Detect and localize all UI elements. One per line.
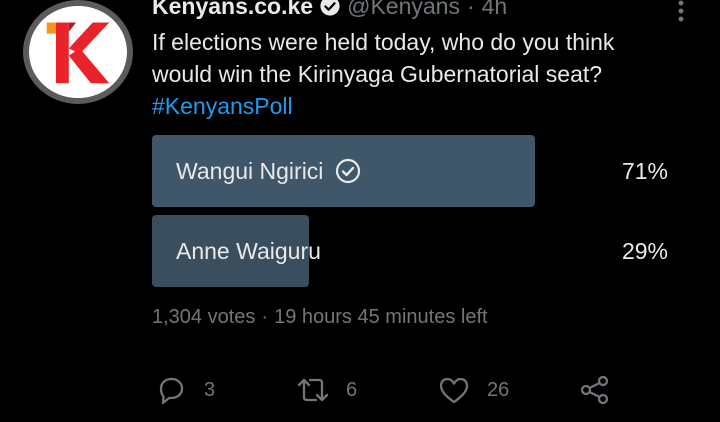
retweet-icon — [297, 378, 329, 402]
tweet-actions: 3 6 26 — [0, 368, 720, 412]
tweet-text-line-2: would win the Kirinyaga Gubernatorial se… — [152, 61, 603, 87]
poll-time-left: 19 hours 45 minutes left — [274, 306, 488, 328]
like-count: 26 — [487, 378, 510, 401]
poll: Wangui Ngirici 71% Anne Waiguru 29% — [152, 135, 672, 295]
hashtag-link[interactable]: #KenyansPoll — [152, 90, 692, 122]
poll-option-1: Wangui Ngirici 71% — [152, 135, 672, 207]
poll-option-label: Wangui Ngirici — [176, 135, 361, 207]
retweet-count: 6 — [346, 378, 358, 401]
poll-option-2-percent: 29% — [621, 237, 668, 264]
tweet-time[interactable]: 4h — [482, 0, 508, 20]
tweet-text-line-1: If elections were held today, who do you… — [152, 29, 615, 55]
reply-icon — [159, 377, 184, 405]
share-icon — [580, 375, 609, 405]
reply-count: 3 — [204, 378, 216, 401]
author-handle[interactable]: @Kenyans — [347, 0, 460, 20]
verified-badge-icon — [320, 0, 340, 16]
retweet-button[interactable]: 6 — [296, 368, 357, 412]
author-name[interactable]: Kenyans.co.ke — [152, 0, 313, 20]
poll-option-label: Anne Waiguru — [176, 215, 321, 287]
tweet-header: Kenyans.co.ke @Kenyans · 4h — [152, 0, 507, 20]
reply-button[interactable]: 3 — [154, 368, 215, 412]
poll-option-1-label: Wangui Ngirici — [176, 157, 324, 184]
check-circle-icon — [336, 158, 361, 184]
poll-votes: 1,304 votes — [152, 306, 256, 328]
tweet-text: If elections were held today, who do you… — [152, 26, 692, 122]
poll-meta: 1,304 votes · 19 hours 45 minutes left — [152, 306, 488, 329]
poll-option-1-percent: 71% — [621, 157, 668, 184]
like-button[interactable]: 26 — [437, 368, 509, 412]
poll-option-2: Anne Waiguru 29% — [152, 215, 672, 287]
more-options-icon[interactable] — [672, 0, 690, 22]
header-separator: · — [466, 0, 475, 19]
avatar[interactable] — [23, 0, 133, 104]
kenyans-logo-icon — [32, 6, 124, 98]
poll-option-2-label: Anne Waiguru — [176, 237, 321, 264]
share-button[interactable] — [578, 368, 612, 412]
poll-meta-separator: · — [261, 306, 269, 328]
like-icon — [439, 377, 469, 404]
